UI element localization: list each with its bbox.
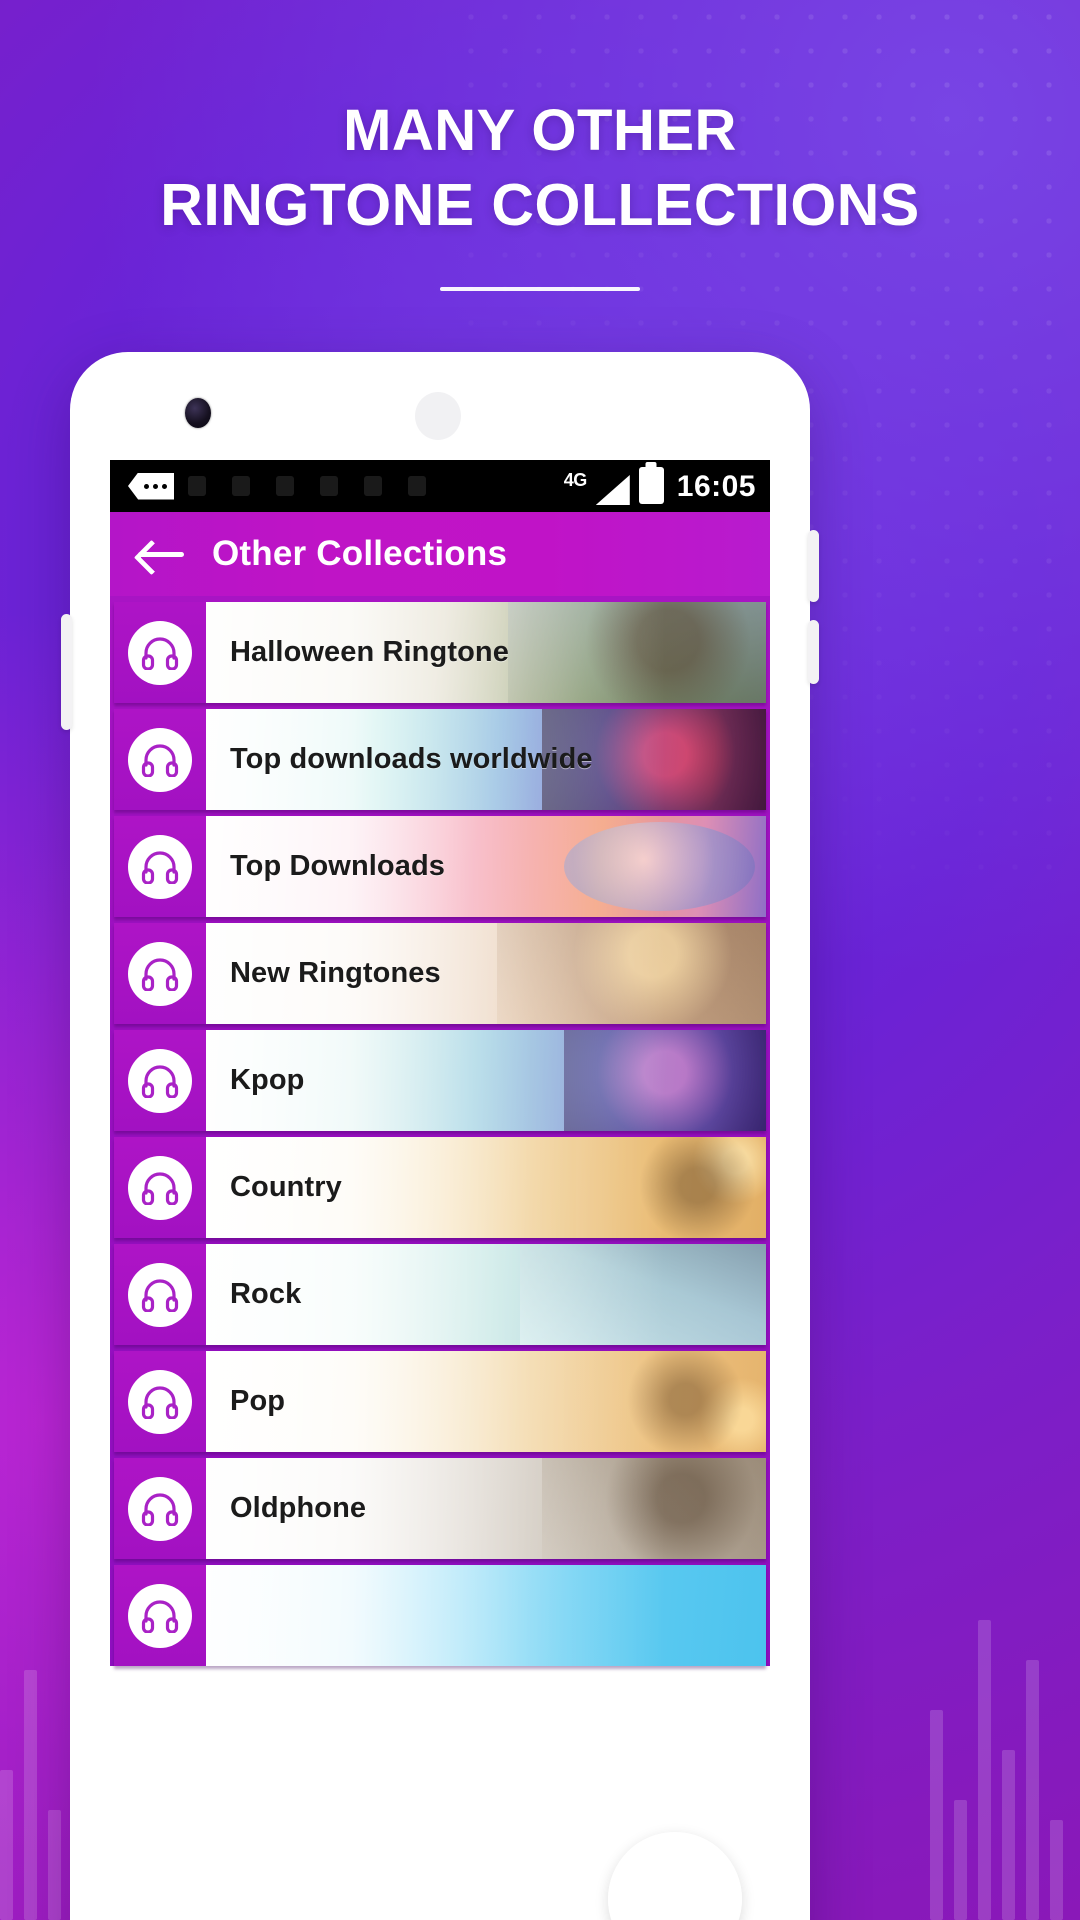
headphones-icon bbox=[128, 941, 192, 1006]
list-item-icon-holder bbox=[114, 923, 206, 1024]
headline-divider bbox=[440, 287, 640, 291]
list-item-body[interactable]: Top downloads worldwide bbox=[206, 709, 766, 810]
headline-line-2: RINGTONE COLLECTIONS bbox=[160, 172, 920, 239]
list-item-body[interactable]: Kpop bbox=[206, 1030, 766, 1131]
network-type-label: 4G bbox=[563, 470, 588, 490]
list-item-icon-holder bbox=[114, 1351, 206, 1452]
phone-screen: 4G 16:05 Other Collections Halloween Rin… bbox=[110, 460, 770, 1920]
headphones-icon bbox=[128, 620, 192, 685]
headphones-icon bbox=[128, 1369, 192, 1434]
list-item[interactable] bbox=[114, 1565, 766, 1666]
headphones-icon bbox=[128, 1262, 192, 1327]
list-item-label: Halloween Ringtone bbox=[230, 636, 509, 668]
status-bar-notification-icons bbox=[174, 476, 564, 496]
back-arrow-icon[interactable] bbox=[138, 537, 184, 571]
headline-line-1: MANY OTHER bbox=[343, 98, 737, 163]
status-bar-clock: 16:05 bbox=[676, 470, 756, 503]
list-item-label: Pop bbox=[230, 1385, 286, 1417]
promo-headline: MANY OTHER RINGTONE COLLECTIONS bbox=[0, 94, 1080, 244]
list-item[interactable]: Halloween Ringtone bbox=[114, 602, 766, 703]
app-bar: Other Collections bbox=[110, 512, 770, 596]
list-item-body[interactable]: Top Downloads bbox=[206, 816, 766, 917]
earpiece-speaker bbox=[415, 392, 461, 440]
list-item[interactable]: New Ringtones bbox=[114, 923, 766, 1024]
list-item[interactable]: Rock bbox=[114, 1244, 766, 1345]
list-item-icon-holder bbox=[114, 816, 206, 917]
list-item-body[interactable]: New Ringtones bbox=[206, 923, 766, 1024]
headphones-icon bbox=[128, 1476, 192, 1541]
list-item-icon-holder bbox=[114, 1565, 206, 1666]
list-item-icon-holder bbox=[114, 1244, 206, 1345]
headphones-icon bbox=[128, 1048, 192, 1113]
list-item-label: New Ringtones bbox=[230, 957, 441, 989]
search-icon bbox=[644, 1868, 706, 1920]
list-item-label: Top Downloads bbox=[230, 850, 446, 882]
list-item-body[interactable]: Rock bbox=[206, 1244, 766, 1345]
list-item-label: Kpop bbox=[230, 1064, 305, 1096]
list-item[interactable]: Pop bbox=[114, 1351, 766, 1452]
front-camera-icon bbox=[185, 398, 211, 428]
phone-volume-button bbox=[808, 530, 819, 602]
phone-mockup: 4G 16:05 Other Collections Halloween Rin… bbox=[61, 352, 819, 1920]
list-item-overlay bbox=[206, 1351, 766, 1452]
headphones-icon bbox=[128, 1583, 192, 1648]
list-item-body[interactable]: Country bbox=[206, 1137, 766, 1238]
notification-pill-icon bbox=[128, 472, 174, 500]
list-item-body[interactable]: Pop bbox=[206, 1351, 766, 1452]
signal-bars-icon bbox=[595, 475, 630, 505]
status-bar: 4G 16:05 bbox=[110, 460, 770, 512]
battery-full-icon bbox=[638, 467, 664, 504]
phone-side-button bbox=[61, 614, 72, 730]
equalizer-decoration-right bbox=[930, 1500, 1080, 1920]
list-item-body[interactable] bbox=[206, 1565, 766, 1666]
page-title: Other Collections bbox=[212, 534, 508, 573]
list-item-label: Top downloads worldwide bbox=[230, 743, 593, 775]
list-item-label: Country bbox=[230, 1171, 342, 1203]
collections-list[interactable]: Halloween Ringtone Top downloads worldwi… bbox=[110, 596, 770, 1666]
list-item-overlay bbox=[206, 1565, 766, 1666]
list-item-icon-holder bbox=[114, 1030, 206, 1131]
list-item-icon-holder bbox=[114, 1458, 206, 1559]
list-item-body[interactable]: Oldphone bbox=[206, 1458, 766, 1559]
headphones-icon bbox=[128, 727, 192, 792]
search-fab-button[interactable] bbox=[608, 1832, 742, 1920]
list-item-icon-holder bbox=[114, 1137, 206, 1238]
list-item[interactable]: Top downloads worldwide bbox=[114, 709, 766, 810]
headphones-icon bbox=[128, 1155, 192, 1220]
list-item-label: Rock bbox=[230, 1278, 302, 1310]
list-item[interactable]: Kpop bbox=[114, 1030, 766, 1131]
list-item[interactable]: Top Downloads bbox=[114, 816, 766, 917]
status-bar-right: 4G 16:05 bbox=[564, 467, 756, 505]
list-item[interactable]: Oldphone bbox=[114, 1458, 766, 1559]
list-item-body[interactable]: Halloween Ringtone bbox=[206, 602, 766, 703]
headphones-icon bbox=[128, 834, 192, 899]
list-item[interactable]: Country bbox=[114, 1137, 766, 1238]
list-item-label: Oldphone bbox=[230, 1492, 367, 1524]
phone-power-button bbox=[808, 620, 819, 684]
list-item-icon-holder bbox=[114, 709, 206, 810]
list-item-icon-holder bbox=[114, 602, 206, 703]
